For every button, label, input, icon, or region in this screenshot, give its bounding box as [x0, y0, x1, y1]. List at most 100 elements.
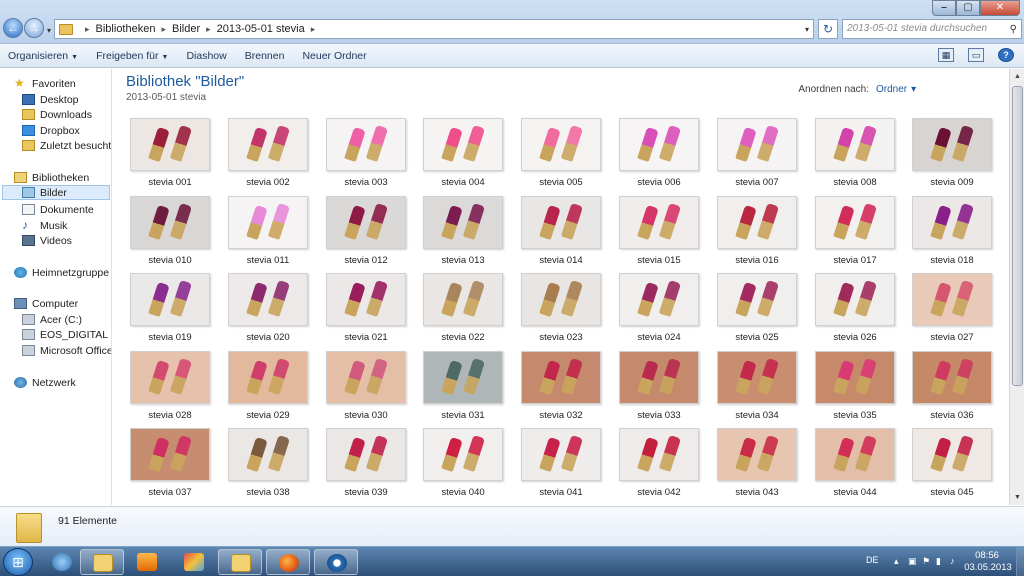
minimize-button[interactable]: – — [932, 0, 956, 16]
taskbar-app-camera[interactable] — [314, 549, 358, 575]
taskbar-app-explorer[interactable] — [80, 549, 124, 575]
file-tile[interactable]: stevia 038 — [227, 427, 309, 501]
new-folder-button[interactable]: Neuer Ordner — [302, 50, 366, 62]
preview-pane-icon[interactable]: ▭ — [968, 48, 984, 62]
file-tile[interactable]: stevia 042 — [618, 427, 700, 501]
start-button[interactable]: ⊞ — [3, 548, 33, 576]
file-tile[interactable]: stevia 024 — [618, 272, 700, 346]
file-tile[interactable]: stevia 027 — [911, 272, 993, 346]
file-tile[interactable]: stevia 039 — [325, 427, 407, 501]
file-tile[interactable]: stevia 015 — [618, 195, 700, 269]
nav-dropbox[interactable]: Dropbox — [22, 123, 80, 138]
nav-pictures[interactable]: Bilder — [2, 185, 110, 200]
file-tile[interactable]: stevia 037 — [129, 427, 211, 501]
breadcrumb-folder[interactable]: 2013-05-01 stevia — [217, 23, 305, 35]
file-tile[interactable]: stevia 023 — [520, 272, 602, 346]
nav-homegroup[interactable]: Heimnetzgruppe — [14, 265, 109, 280]
file-tile[interactable]: stevia 004 — [422, 117, 504, 191]
file-tile[interactable]: stevia 035 — [814, 350, 896, 424]
search-input[interactable]: 2013-05-01 stevia durchsuchen ⚲ — [842, 19, 1022, 39]
file-tile[interactable]: stevia 033 — [618, 350, 700, 424]
breadcrumb-pictures[interactable]: Bilder — [172, 23, 200, 35]
file-tile[interactable]: stevia 006 — [618, 117, 700, 191]
file-tile[interactable]: stevia 030 — [325, 350, 407, 424]
nav-office[interactable]: Microsoft Office K — [22, 343, 111, 358]
slideshow-button[interactable]: Diashow — [186, 50, 226, 62]
file-tile[interactable]: stevia 032 — [520, 350, 602, 424]
file-tile[interactable]: stevia 036 — [911, 350, 993, 424]
file-tile[interactable]: stevia 009 — [911, 117, 993, 191]
taskbar-app-firefox[interactable] — [266, 549, 310, 575]
refresh-button[interactable]: ↻ — [818, 19, 838, 39]
nav-favorites[interactable]: ★ Favoriten — [14, 76, 76, 91]
show-desktop-button[interactable] — [1016, 547, 1024, 576]
file-tile[interactable]: stevia 007 — [716, 117, 798, 191]
organize-menu[interactable]: Organisieren ▼ — [8, 50, 78, 62]
nav-drive-c[interactable]: Acer (C:) — [22, 312, 82, 327]
file-tile[interactable]: stevia 017 — [814, 195, 896, 269]
address-field[interactable]: ▸ Bibliotheken ▸ Bilder ▸ 2013-05-01 ste… — [54, 19, 814, 39]
back-button[interactable]: ← — [3, 18, 23, 38]
clock-date[interactable]: 03.05.2013 — [958, 562, 1018, 573]
burn-button[interactable]: Brennen — [245, 50, 285, 62]
file-tile[interactable]: stevia 045 — [911, 427, 993, 501]
file-tile[interactable]: stevia 022 — [422, 272, 504, 346]
file-tile[interactable]: stevia 044 — [814, 427, 896, 501]
search-icon[interactable]: ⚲ — [1010, 21, 1017, 38]
address-dropdown-icon[interactable]: ▾ — [805, 25, 809, 34]
file-tile[interactable]: stevia 029 — [227, 350, 309, 424]
file-tile[interactable]: stevia 031 — [422, 350, 504, 424]
file-tile[interactable]: stevia 005 — [520, 117, 602, 191]
nav-network[interactable]: Netzwerk — [14, 375, 76, 390]
change-view-icon[interactable]: ▦ — [938, 48, 954, 62]
nav-recent[interactable]: Zuletzt besucht — [22, 138, 111, 153]
file-tile[interactable]: stevia 020 — [227, 272, 309, 346]
file-tile[interactable]: stevia 008 — [814, 117, 896, 191]
file-tile[interactable]: stevia 001 — [129, 117, 211, 191]
nav-drive-g[interactable]: EOS_DIGITAL (G:) — [22, 327, 111, 342]
maximize-button[interactable]: ▢ — [956, 0, 980, 16]
taskbar-app-folder[interactable] — [218, 549, 262, 575]
file-tile[interactable]: stevia 002 — [227, 117, 309, 191]
nav-videos[interactable]: Videos — [22, 233, 72, 248]
file-tile[interactable]: stevia 025 — [716, 272, 798, 346]
file-tile[interactable]: stevia 019 — [129, 272, 211, 346]
language-indicator[interactable]: DE — [866, 555, 879, 565]
breadcrumb-libraries[interactable]: Bibliotheken — [96, 23, 156, 35]
file-tile[interactable]: stevia 028 — [129, 350, 211, 424]
clock-time[interactable]: 08:56 — [962, 550, 1012, 561]
network-icon[interactable]: ▮ — [936, 556, 946, 566]
file-tile[interactable]: stevia 003 — [325, 117, 407, 191]
nav-desktop[interactable]: Desktop — [22, 92, 79, 107]
nav-music[interactable]: ♪ Musik — [22, 218, 67, 233]
file-tile[interactable]: stevia 026 — [814, 272, 896, 346]
taskbar-app-ie[interactable] — [40, 549, 84, 575]
taskbar-app-paint[interactable] — [172, 549, 216, 575]
nav-computer[interactable]: Computer — [14, 296, 78, 311]
nav-downloads[interactable]: Downloads — [22, 107, 92, 122]
file-tile[interactable]: stevia 018 — [911, 195, 993, 269]
help-icon[interactable]: ? — [998, 48, 1014, 62]
close-button[interactable]: ✕ — [980, 0, 1020, 16]
show-hidden-icons-icon[interactable]: ▴ — [894, 556, 904, 566]
forward-button[interactable]: → — [24, 18, 44, 38]
file-tile[interactable]: stevia 021 — [325, 272, 407, 346]
file-tile[interactable]: stevia 010 — [129, 195, 211, 269]
share-menu[interactable]: Freigeben für ▼ — [96, 50, 168, 62]
file-tile[interactable]: stevia 014 — [520, 195, 602, 269]
scroll-down-icon[interactable]: ▼ — [1011, 490, 1024, 505]
vertical-scrollbar[interactable]: ▲ ▼ — [1009, 69, 1024, 505]
taskbar-app-media-player[interactable] — [125, 549, 169, 575]
scroll-up-icon[interactable]: ▲ — [1011, 69, 1024, 84]
flag-icon[interactable]: ⚑ — [922, 556, 932, 566]
recent-pages-button[interactable]: ▾ — [44, 22, 54, 35]
nav-documents[interactable]: Dokumente — [22, 202, 94, 217]
file-tile[interactable]: stevia 040 — [422, 427, 504, 501]
file-tile[interactable]: stevia 041 — [520, 427, 602, 501]
file-tile[interactable]: stevia 034 — [716, 350, 798, 424]
file-tile[interactable]: stevia 011 — [227, 195, 309, 269]
usb-icon[interactable]: ▣ — [908, 556, 918, 566]
sort-dropdown[interactable]: Ordner — [876, 84, 996, 95]
file-tile[interactable]: stevia 013 — [422, 195, 504, 269]
file-tile[interactable]: stevia 043 — [716, 427, 798, 501]
